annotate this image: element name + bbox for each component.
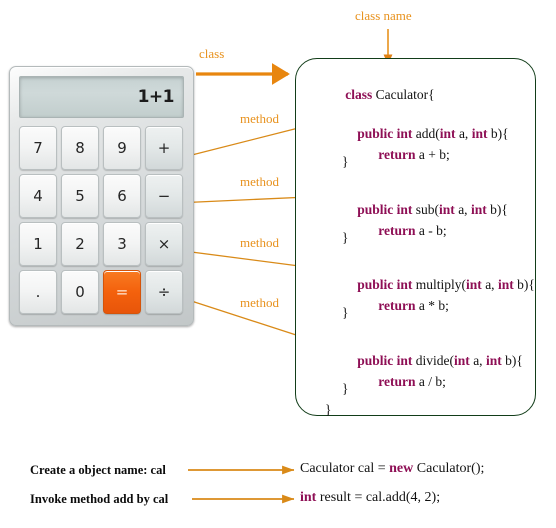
code-kw-param2-add: int: [471, 125, 488, 141]
bottom-label-invoke-method: Invoke method add by cal: [30, 492, 169, 506]
calculator-keypad: 7 8 9 + 4 5 6 − 1 2 3 × . 0 = ÷: [19, 126, 184, 322]
code-kw-param2-multiply: int: [497, 276, 514, 292]
bottom-label-create-object: Create a object name: cal: [30, 463, 166, 477]
label-class-name: class name: [355, 8, 412, 23]
calc-key-divide[interactable]: ÷: [145, 270, 183, 314]
calc-key-multiply[interactable]: ×: [145, 222, 183, 266]
code-line-class-close: }: [325, 402, 332, 417]
calc-key-decimal[interactable]: .: [19, 270, 57, 314]
calc-key-6[interactable]: 6: [103, 174, 141, 218]
code-param2-sub: b){: [486, 201, 508, 217]
code-kw-param2-sub: int: [470, 201, 487, 217]
code-expr-divide: a / b;: [415, 373, 446, 389]
code-class-signature: Caculator{: [372, 86, 435, 102]
code-param2-multiply: b){: [513, 276, 535, 292]
calculator-display: 1+1: [19, 76, 184, 118]
code-line-sub-return: return a - b;: [358, 210, 447, 251]
calc-key-5[interactable]: 5: [61, 174, 99, 218]
calc-key-plus[interactable]: +: [145, 126, 183, 170]
bottom-code-invoke-method: int result = cal.add(4, 2);: [300, 490, 440, 506]
code-kw-param1-multiply: int: [466, 276, 482, 292]
calc-key-minus[interactable]: −: [145, 174, 183, 218]
bottom-code-0-keyword: new: [389, 461, 414, 476]
code-param2-divide: b){: [501, 352, 523, 368]
bottom-code-0-suffix: Caculator();: [413, 461, 485, 476]
label-method-divide: method: [240, 295, 279, 310]
bottom-code-1-keyword: int: [300, 490, 317, 505]
code-kw-return-divide: return: [378, 373, 416, 389]
code-line-add-return: return a + b;: [358, 134, 450, 175]
calc-key-1[interactable]: 1: [19, 222, 57, 266]
calculator: 1+1 7 8 9 + 4 5 6 − 1 2 3 × . 0 = ÷: [9, 66, 194, 326]
diagram-canvas: class name class method method method me…: [0, 0, 556, 528]
bottom-code-1-suffix: result = cal.add(4, 2);: [316, 490, 441, 505]
code-line-class-declaration: class Caculator{: [325, 74, 435, 115]
code-param1-multiply: a,: [481, 276, 498, 292]
code-line-divide-return: return a / b;: [358, 361, 446, 402]
label-method-multiply: method: [240, 235, 279, 250]
code-expr-sub: a - b;: [415, 222, 447, 238]
code-keyword-class: class: [345, 86, 373, 102]
label-class: class: [199, 46, 225, 61]
code-param1-sub: a,: [454, 201, 471, 217]
class-code: class Caculator{ public int add(int a, i…: [305, 58, 550, 416]
calc-key-9[interactable]: 9: [103, 126, 141, 170]
label-method-add: method: [240, 111, 279, 126]
code-param2-add: b){: [487, 125, 509, 141]
calculator-display-value: 1+1: [137, 87, 175, 107]
code-expr-add: a + b;: [415, 146, 450, 162]
code-param1-divide: a,: [469, 352, 486, 368]
code-line-add-close: }: [342, 154, 349, 169]
calc-key-8[interactable]: 8: [61, 126, 99, 170]
code-kw-return-multiply: return: [378, 297, 416, 313]
calc-key-2[interactable]: 2: [61, 222, 99, 266]
code-expr-multiply: a * b;: [415, 297, 449, 313]
code-param1-add: a,: [455, 125, 472, 141]
code-line-sub-close: }: [342, 230, 349, 245]
calc-key-7[interactable]: 7: [19, 126, 57, 170]
code-line-multiply-return: return a * b;: [358, 285, 449, 326]
code-kw-param2-divide: int: [485, 352, 502, 368]
code-kw-param1-divide: int: [454, 352, 470, 368]
code-kw-return-add: return: [378, 146, 416, 162]
code-kw-return-sub: return: [378, 222, 416, 238]
bottom-code-0-prefix: Caculator cal =: [300, 461, 390, 476]
code-line-multiply-close: }: [342, 305, 349, 320]
label-method-sub: method: [240, 174, 279, 189]
code-line-divide-close: }: [342, 381, 349, 396]
calc-key-3[interactable]: 3: [103, 222, 141, 266]
calc-key-4[interactable]: 4: [19, 174, 57, 218]
calc-key-0[interactable]: 0: [61, 270, 99, 314]
calc-key-equals[interactable]: =: [103, 270, 141, 314]
bottom-code-create-object: Caculator cal = new Caculator();: [300, 461, 484, 477]
